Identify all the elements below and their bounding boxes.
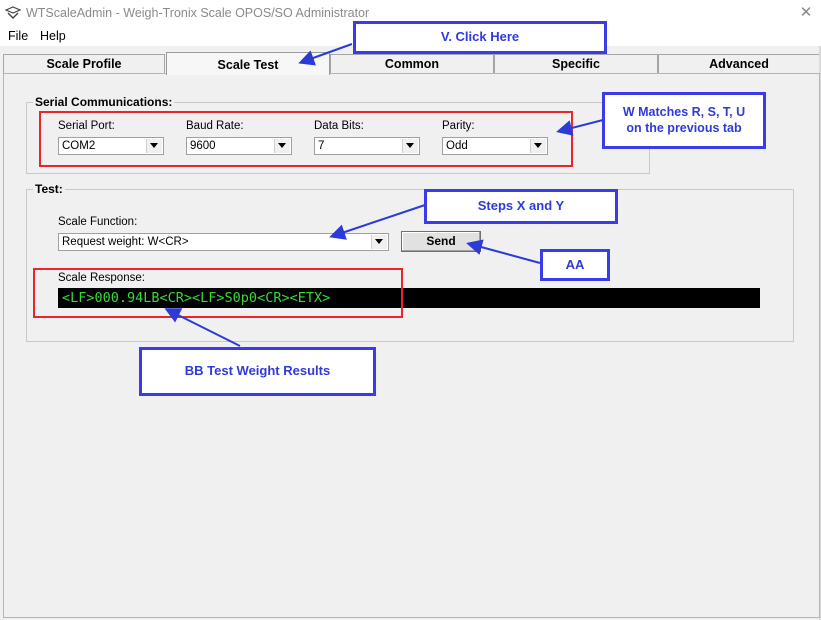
- callout-v-text: V. Click Here: [440, 29, 520, 45]
- scale-app-icon: [5, 6, 21, 19]
- callout-xy-text: Steps X and Y: [477, 198, 565, 214]
- scale-function-label: Scale Function:: [58, 216, 138, 228]
- callout-w-line1: W Matches R, S, T, U: [622, 104, 746, 119]
- callout-aa: AA: [540, 249, 610, 281]
- response-highlight: [33, 268, 403, 318]
- scale-function-value: Request weight: W<CR>: [62, 236, 189, 248]
- tab-specific[interactable]: Specific: [494, 54, 658, 73]
- window-title: WTScaleAdmin - Weigh-Tronix Scale OPOS/S…: [26, 6, 370, 20]
- tab-scale-test[interactable]: Scale Test: [166, 52, 330, 75]
- menu-help[interactable]: Help: [40, 29, 66, 43]
- callout-bb-results: BB Test Weight Results: [139, 347, 376, 396]
- serial-group-label: Serial Communications:: [33, 95, 175, 109]
- tab-common[interactable]: Common: [330, 54, 494, 73]
- scale-function-dropdown[interactable]: Request weight: W<CR>: [58, 233, 389, 251]
- close-icon[interactable]: ✕: [796, 3, 816, 23]
- test-group: Test: Scale Function: Request weight: W<…: [26, 182, 794, 342]
- callout-bb-text: BB Test Weight Results: [184, 363, 331, 379]
- send-button[interactable]: Send: [401, 231, 481, 252]
- tab-scale-profile[interactable]: Scale Profile: [3, 54, 165, 73]
- callout-steps-xy: Steps X and Y: [424, 189, 618, 224]
- serial-settings-highlight: [39, 111, 573, 167]
- chevron-down-icon[interactable]: [371, 235, 387, 249]
- menu-file[interactable]: File: [8, 29, 28, 43]
- test-group-label: Test:: [33, 182, 65, 196]
- callout-v-click-here: V. Click Here: [353, 21, 607, 54]
- tab-advanced[interactable]: Advanced: [658, 54, 820, 73]
- callout-aa-text: AA: [565, 256, 585, 272]
- callout-w-matches: W Matches R, S, T, U on the previous tab: [602, 92, 766, 149]
- callout-w-line2: on the previous tab: [626, 120, 742, 135]
